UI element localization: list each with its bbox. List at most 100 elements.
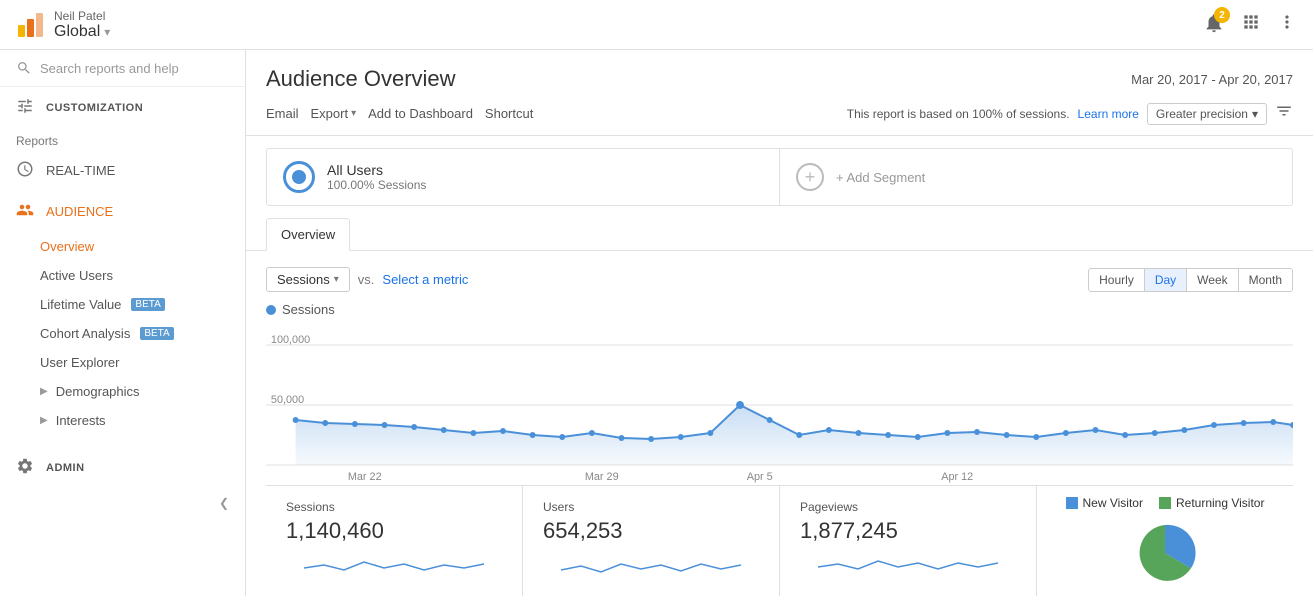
demographics-arrow: ▶ bbox=[40, 386, 48, 397]
user-info: Neil Patel Global ▾ bbox=[54, 9, 110, 41]
add-segment-label: + Add Segment bbox=[836, 170, 925, 185]
sidebar-item-admin[interactable]: ADMIN bbox=[0, 447, 245, 488]
pie-legend-new-visitor: New Visitor bbox=[1066, 496, 1143, 510]
sessions-chart: 100,000 50,000 bbox=[266, 325, 1293, 485]
content-header: Audience Overview Mar 20, 2017 - Apr 20,… bbox=[246, 50, 1313, 92]
sessions-legend-dot bbox=[266, 305, 276, 315]
apps-icon[interactable] bbox=[1241, 12, 1261, 37]
more-options-icon[interactable] bbox=[1277, 12, 1297, 37]
user-name: Neil Patel bbox=[54, 9, 110, 23]
sidebar-collapse-button[interactable]: ❮ bbox=[0, 488, 245, 518]
time-btn-month[interactable]: Month bbox=[1239, 269, 1292, 291]
svg-text:100,000: 100,000 bbox=[271, 334, 310, 346]
svg-text:Apr 12: Apr 12 bbox=[941, 471, 973, 483]
filter-icon[interactable] bbox=[1275, 102, 1293, 125]
date-range: Mar 20, 2017 - Apr 20, 2017 bbox=[1131, 66, 1293, 87]
shortcut-button[interactable]: Shortcut bbox=[485, 102, 533, 125]
segment-info: All Users 100.00% Sessions bbox=[327, 162, 426, 192]
export-arrow: ▾ bbox=[351, 108, 356, 119]
precision-dropdown[interactable]: Greater precision ▾ bbox=[1147, 103, 1267, 125]
pie-chart bbox=[1115, 518, 1215, 588]
segment-circle bbox=[283, 161, 315, 193]
stat-sessions-label: Sessions bbox=[286, 500, 502, 514]
pie-legend-returning-visitor: Returning Visitor bbox=[1159, 496, 1265, 510]
stat-users-sparkline bbox=[543, 550, 759, 580]
sidebar-item-interests[interactable]: ▶ Interests bbox=[0, 406, 245, 435]
logo-icon bbox=[16, 11, 44, 39]
sidebar-subitem-lifetime-value[interactable]: Lifetime Value BETA bbox=[0, 290, 245, 319]
beta-badge-cohort: BETA bbox=[140, 327, 173, 340]
tab-bar: Overview bbox=[246, 218, 1313, 251]
vs-text: vs. bbox=[358, 272, 375, 287]
header-right: 2 bbox=[1203, 12, 1297, 37]
beta-badge-lifetime: BETA bbox=[131, 298, 164, 311]
metric-dropdown[interactable]: Sessions ▾ bbox=[266, 267, 350, 292]
segment-bar: All Users 100.00% Sessions + + Add Segme… bbox=[266, 148, 1293, 206]
stats-row: Sessions 1,140,460 Users 654,253 bbox=[266, 485, 1293, 596]
page-title: Audience Overview bbox=[266, 66, 456, 92]
top-header: Neil Patel Global ▾ 2 bbox=[0, 0, 1313, 50]
sessions-legend-label: Sessions bbox=[282, 302, 335, 317]
chart-controls-left: Sessions ▾ vs. Select a metric bbox=[266, 267, 468, 292]
stat-visitor-type: New Visitor Returning Visitor bbox=[1037, 486, 1293, 596]
notification-button[interactable]: 2 bbox=[1203, 12, 1225, 37]
sidebar-item-audience[interactable]: AUDIENCE bbox=[0, 191, 245, 232]
stat-users-label: Users bbox=[543, 500, 759, 514]
learn-more-link[interactable]: Learn more bbox=[1078, 107, 1139, 121]
svg-text:Mar 29: Mar 29 bbox=[585, 471, 619, 483]
audience-icon bbox=[16, 201, 34, 222]
sidebar: Search reports and help CUSTOMIZATION Re… bbox=[0, 50, 246, 596]
time-period-buttons: Hourly Day Week Month bbox=[1088, 268, 1293, 292]
add-segment-circle: + bbox=[796, 163, 824, 191]
svg-text:Mar 22: Mar 22 bbox=[348, 471, 382, 483]
sidebar-subitem-cohort[interactable]: Cohort Analysis BETA bbox=[0, 319, 245, 348]
svg-text:50,000: 50,000 bbox=[271, 394, 304, 406]
notification-badge: 2 bbox=[1214, 7, 1230, 23]
search-placeholder: Search reports and help bbox=[40, 61, 179, 76]
sidebar-subitem-user-explorer[interactable]: User Explorer bbox=[0, 348, 245, 377]
stat-users: Users 654,253 bbox=[523, 486, 780, 596]
realtime-label: REAL-TIME bbox=[46, 163, 115, 178]
add-dashboard-button[interactable]: Add to Dashboard bbox=[368, 102, 473, 125]
stat-pageviews-label: Pageviews bbox=[800, 500, 1016, 514]
toolbar-right: This report is based on 100% of sessions… bbox=[847, 102, 1293, 125]
realtime-icon bbox=[16, 160, 34, 181]
returning-visitor-dot bbox=[1159, 497, 1171, 509]
add-segment-button[interactable]: + + Add Segment bbox=[780, 151, 1292, 203]
sidebar-subitem-overview[interactable]: Overview bbox=[0, 232, 245, 261]
segment-all-users[interactable]: All Users 100.00% Sessions bbox=[267, 149, 780, 205]
sidebar-item-realtime[interactable]: REAL-TIME bbox=[0, 150, 245, 191]
search-icon bbox=[16, 60, 32, 76]
time-btn-week[interactable]: Week bbox=[1187, 269, 1238, 291]
stat-users-value: 654,253 bbox=[543, 518, 759, 544]
pie-legend: New Visitor Returning Visitor bbox=[1066, 496, 1265, 510]
stat-pageviews: Pageviews 1,877,245 bbox=[780, 486, 1037, 596]
email-button[interactable]: Email bbox=[266, 102, 299, 125]
stat-pageviews-sparkline bbox=[800, 550, 1016, 580]
session-note: This report is based on 100% of sessions… bbox=[847, 107, 1070, 121]
sidebar-search[interactable]: Search reports and help bbox=[0, 50, 245, 87]
chart-legend: Sessions bbox=[266, 302, 1293, 317]
stat-sessions-sparkline bbox=[286, 550, 502, 580]
sidebar-subitem-active-users[interactable]: Active Users bbox=[0, 261, 245, 290]
workspace[interactable]: Global ▾ bbox=[54, 23, 110, 41]
export-button[interactable]: Export bbox=[311, 102, 349, 125]
export-dropdown[interactable]: Export ▾ bbox=[311, 102, 357, 125]
stat-sessions: Sessions 1,140,460 bbox=[266, 486, 523, 596]
time-btn-day[interactable]: Day bbox=[1145, 269, 1187, 291]
tab-overview[interactable]: Overview bbox=[266, 218, 350, 251]
toolbar: Email Export ▾ Add to Dashboard Shortcut… bbox=[246, 92, 1313, 136]
header-left: Neil Patel Global ▾ bbox=[16, 9, 110, 41]
audience-label: AUDIENCE bbox=[46, 204, 113, 219]
select-metric[interactable]: Select a metric bbox=[382, 272, 468, 287]
svg-text:Apr 5: Apr 5 bbox=[747, 471, 773, 483]
chart-svg: 100,000 50,000 bbox=[266, 325, 1293, 485]
precision-arrow: ▾ bbox=[1252, 107, 1258, 121]
stat-pageviews-value: 1,877,245 bbox=[800, 518, 1016, 544]
sidebar-item-customization[interactable]: CUSTOMIZATION bbox=[0, 87, 245, 128]
reports-section-header: Reports bbox=[0, 128, 245, 150]
segment-percentage: 100.00% Sessions bbox=[327, 178, 426, 192]
sidebar-item-demographics[interactable]: ▶ Demographics bbox=[0, 377, 245, 406]
chart-area: Sessions ▾ vs. Select a metric Hourly Da… bbox=[246, 251, 1313, 596]
time-btn-hourly[interactable]: Hourly bbox=[1089, 269, 1145, 291]
